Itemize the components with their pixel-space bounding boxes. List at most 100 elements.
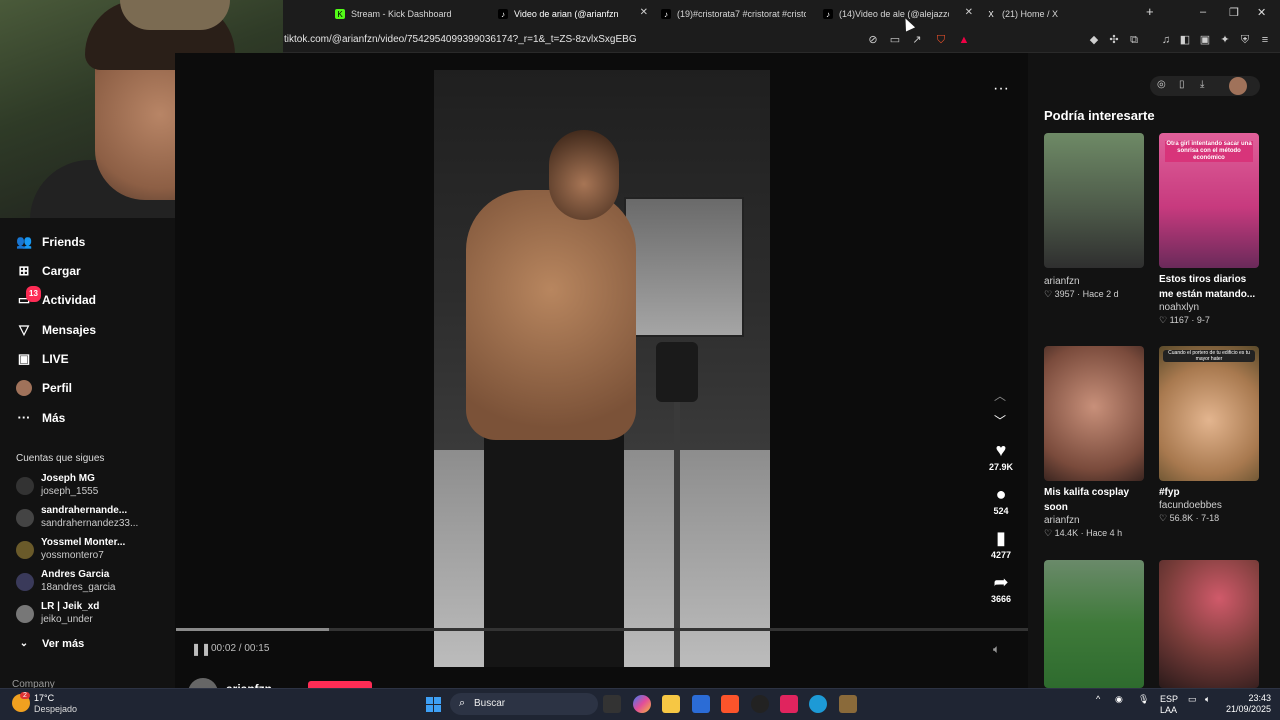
vpn-icon[interactable]: ⛨	[1238, 33, 1252, 47]
no-cast-icon[interactable]: ⊘	[866, 33, 880, 47]
video-player[interactable]	[434, 70, 770, 667]
share-button[interactable]: ➦ 3666	[985, 572, 1017, 604]
file-explorer-icon[interactable]	[662, 695, 680, 713]
like-button[interactable]: ♥ 27.9K	[985, 440, 1017, 472]
like-count: 27.9K	[988, 462, 1014, 472]
app-icon[interactable]	[809, 695, 827, 713]
kick-icon: K	[335, 9, 345, 19]
leo-icon[interactable]: ✦	[1218, 33, 1232, 47]
tab-x-home[interactable]: X (21) Home / X	[986, 4, 1126, 24]
more-options-icon[interactable]: ···	[993, 80, 1009, 98]
recommendation-card[interactable]	[1159, 560, 1259, 688]
store-icon[interactable]	[692, 695, 710, 713]
recommendation-card[interactable]	[1044, 560, 1144, 688]
sidebar-icon[interactable]: ◧	[1178, 33, 1192, 47]
recommendation-card[interactable]: Cuando el portero de tu edificio es tu m…	[1159, 346, 1259, 524]
pause-icon[interactable]: ❚❚	[191, 642, 211, 656]
sidebar-item-live[interactable]: ▣ LIVE	[16, 349, 69, 369]
download-icon[interactable]: ⤓	[1200, 79, 1204, 90]
card-thumbnail: Cuando el portero de tu edificio es tu m…	[1159, 346, 1259, 481]
avatar	[16, 541, 34, 559]
card-thumbnail: Otra girl intentando sacar una sonrisa c…	[1159, 133, 1259, 268]
weather-temp: 17°C	[34, 693, 55, 703]
see-more-label: Ver más	[42, 638, 85, 650]
close-icon[interactable]: ✕	[640, 7, 648, 18]
volume-icon[interactable]: 🔈︎	[993, 642, 1000, 657]
weather-badge: 2	[20, 692, 30, 699]
brave-wallet-icon[interactable]: ◆	[1087, 33, 1101, 47]
brave-browser-icon[interactable]	[721, 695, 739, 713]
minimize-icon[interactable]: –	[1200, 6, 1206, 18]
recommendation-card[interactable]: Mis kalifa cosplay soon arianfzn ♡ 14.4K…	[1044, 346, 1144, 539]
menu-icon[interactable]: ≡	[1258, 33, 1272, 47]
chevron-down-icon[interactable]: ﹀	[994, 412, 1006, 429]
media-icon[interactable]: ♫	[1159, 33, 1173, 47]
lang-label-2: LAA	[1160, 705, 1178, 715]
close-icon[interactable]: ✕	[965, 7, 973, 18]
user-avatar[interactable]	[1229, 77, 1247, 95]
taskbar-search[interactable]: ⌕ Buscar	[450, 693, 598, 715]
comment-button[interactable]: ● 524	[985, 484, 1017, 516]
following-handle: sandrahernandez33...	[41, 518, 139, 529]
sidebar-item-upload[interactable]: ⊞ Cargar	[16, 261, 81, 281]
chevron-up-icon[interactable]: ^	[1096, 694, 1100, 704]
thumbnail-overlay-text: Otra girl intentando sacar una sonrisa c…	[1165, 141, 1253, 162]
following-handle: yossmontero7	[41, 550, 104, 561]
wallet-icon[interactable]: ▣	[1198, 33, 1212, 47]
share-count: 3666	[990, 594, 1012, 604]
sidebar-item-activity[interactable]: ▭ 13 Actividad	[16, 286, 96, 310]
url-field[interactable]: tiktok.com/@arianfzn/video/7542954099399…	[284, 34, 637, 45]
microphone-icon[interactable]: 🎙︎	[1138, 694, 1149, 705]
recommendation-card[interactable]: Otra girl intentando sacar una sonrisa c…	[1159, 133, 1259, 326]
save-button[interactable]: ▮ 4277	[985, 528, 1017, 560]
webcam-cap	[120, 0, 230, 30]
tiktok-icon: ♪	[498, 9, 508, 19]
copilot-icon[interactable]	[633, 695, 651, 713]
language-indicator[interactable]: ESP LAA	[1160, 694, 1178, 716]
card-meta: ♡ 56.8K · 7-18	[1159, 513, 1220, 523]
windows-start-icon[interactable]	[426, 697, 441, 712]
speaker-icon[interactable]: 🔈︎	[1205, 694, 1210, 705]
tab-kick-dashboard[interactable]: K Stream - Kick Dashboard	[335, 4, 485, 24]
card-meta: ♡ 14.4K · Hace 4 h	[1044, 528, 1123, 538]
screenshot-icon[interactable]: ⧉	[1127, 33, 1141, 47]
maximize-icon[interactable]: ❐	[1229, 6, 1239, 19]
chevron-down-icon: ⌄	[19, 638, 29, 649]
x-icon: X	[988, 9, 994, 19]
tab-video-ale[interactable]: ♪ (14)Video de ale (@alejazzo ✕	[823, 4, 973, 24]
share-icon[interactable]: ↗	[910, 33, 924, 47]
task-view-icon[interactable]	[603, 695, 621, 713]
tiktok-app-icon[interactable]	[780, 695, 798, 713]
close-window-icon[interactable]: ✕	[1257, 6, 1266, 19]
obs-icon[interactable]	[751, 695, 769, 713]
card-caption: #fyp	[1159, 487, 1180, 498]
sidebar-item-messages[interactable]: ▽ Mensajes	[16, 320, 96, 340]
sidebar-item-friends[interactable]: 👥 Friends	[16, 232, 85, 252]
new-tab-button[interactable]: +	[1146, 4, 1154, 19]
system-clock[interactable]: 23:43 21/09/2025	[1226, 693, 1271, 715]
cast-icon[interactable]: ▭	[888, 33, 902, 47]
video-head	[549, 130, 619, 220]
tab-video-arian[interactable]: ♪ Video de arian (@arianfzn) re ✕	[498, 4, 648, 24]
sidebar-item-more[interactable]: ··· Más	[16, 408, 66, 428]
share-arrow-icon: ➦	[993, 572, 1009, 592]
network-icon[interactable]: ◉	[1115, 694, 1123, 705]
recommendation-card[interactable]: arianfzn ♡ 3957 · Hace 2 d	[1044, 133, 1144, 300]
coins-icon[interactable]: ◎	[1157, 79, 1166, 90]
card-meta: ♡ 1167 · 9-7	[1159, 315, 1210, 325]
see-more-button[interactable]: ⌄ Ver más	[16, 634, 84, 654]
sidebar-item-profile[interactable]: Perfil	[16, 378, 72, 398]
live-icon: ▣	[17, 351, 31, 366]
avatar	[16, 573, 34, 591]
wifi-icon[interactable]: ▭	[1188, 694, 1197, 705]
brave-shield-icon[interactable]: ⛉	[934, 33, 948, 47]
tab-cristorata[interactable]: ♪ (19)#cristorata7 #cristorat #cristorat	[661, 4, 806, 24]
extensions-icon[interactable]: ✣	[1107, 33, 1121, 47]
chevron-up-icon[interactable]: ︿	[994, 387, 1006, 404]
device-icon[interactable]: ▯	[1179, 79, 1185, 90]
card-thumbnail	[1044, 346, 1144, 481]
package-icon[interactable]	[839, 695, 857, 713]
video-progress-bar[interactable]	[176, 628, 1028, 631]
sidebar-item-label: Friends	[42, 235, 86, 249]
brave-rewards-icon[interactable]: ▲	[957, 33, 971, 47]
